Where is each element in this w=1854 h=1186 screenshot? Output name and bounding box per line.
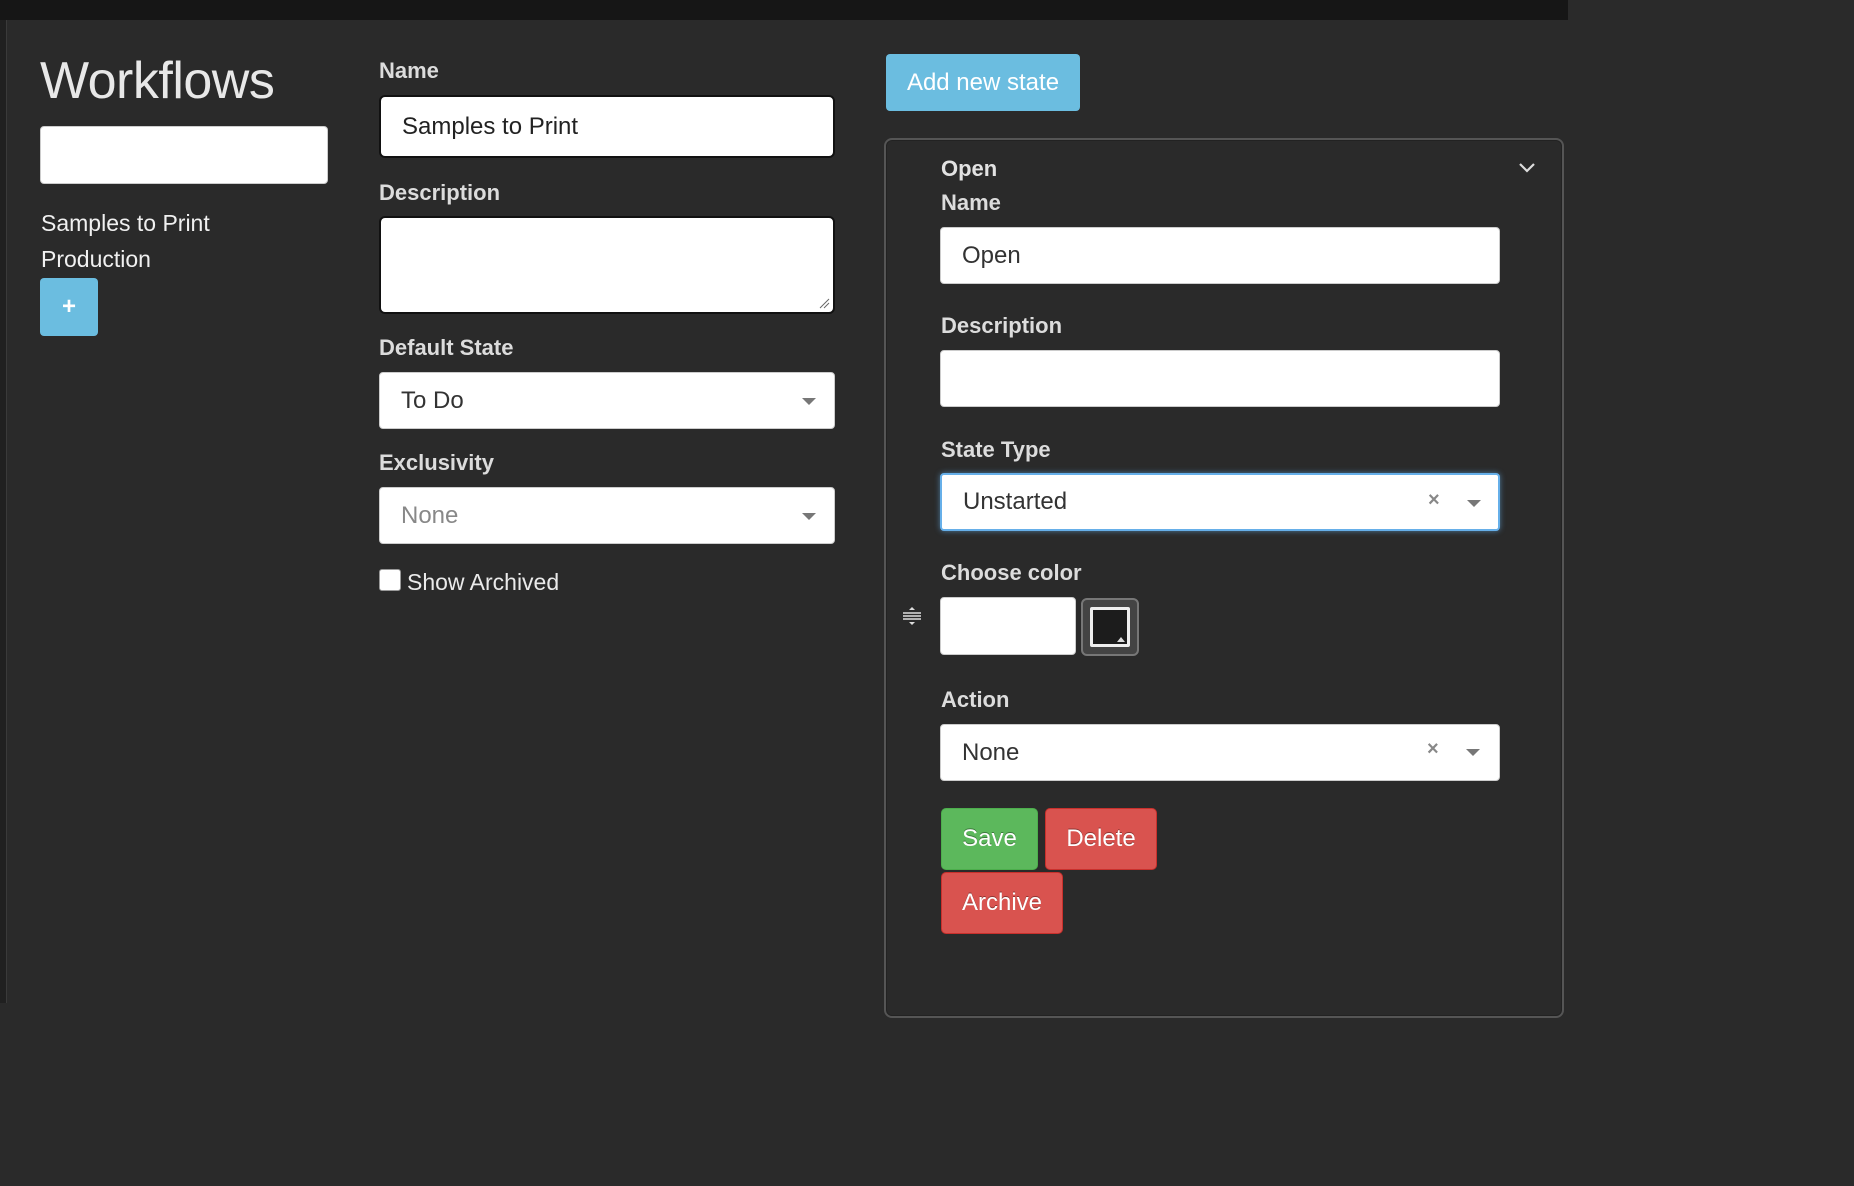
resize-grip-icon[interactable] [818, 297, 830, 309]
color-swatch [1090, 607, 1130, 647]
state-name-input[interactable]: Open [940, 227, 1500, 284]
action-value: None [962, 738, 1020, 766]
caret-down-icon [802, 398, 816, 405]
color-hex-input[interactable] [940, 597, 1076, 655]
add-new-state-button[interactable]: Add new state [886, 54, 1080, 111]
delete-button[interactable]: Delete [1045, 808, 1157, 870]
workflow-item-samples-to-print[interactable]: Samples to Print [41, 208, 210, 238]
state-type-label: State Type [941, 437, 1051, 462]
exclusivity-value: None [401, 501, 459, 529]
show-archived-label[interactable]: Show Archived [407, 569, 559, 596]
default-state-value: To Do [401, 386, 464, 414]
default-state-label: Default State [379, 335, 514, 360]
color-picker-button[interactable] [1081, 598, 1139, 656]
action-label: Action [941, 687, 1010, 712]
exclusivity-select[interactable]: None [379, 487, 835, 544]
workflow-name-value: Samples to Print [402, 112, 579, 140]
state-header: Open [941, 156, 998, 181]
caret-down-icon [1466, 749, 1480, 756]
state-type-select[interactable]: Unstarted × [940, 473, 1500, 531]
state-description-label: Description [941, 313, 1063, 338]
left-edge [0, 20, 7, 1003]
page-title: Workflows [40, 52, 275, 110]
show-archived-checkbox[interactable] [379, 569, 401, 591]
chevron-down-icon[interactable] [1518, 158, 1536, 176]
workflow-search-input[interactable] [40, 126, 328, 184]
action-select[interactable]: None × [940, 724, 1500, 781]
caret-down-icon [1467, 500, 1481, 507]
add-workflow-button[interactable]: + [40, 278, 98, 336]
caret-down-icon [802, 513, 816, 520]
workflow-description-label: Description [379, 180, 501, 205]
state-name-value: Open [962, 241, 1021, 269]
clear-icon[interactable]: × [1427, 738, 1439, 761]
save-button[interactable]: Save [941, 808, 1038, 870]
workflow-item-production[interactable]: Production [41, 244, 151, 274]
state-name-label: Name [941, 190, 1001, 215]
workflow-name-input[interactable]: Samples to Print [379, 95, 835, 158]
state-description-input[interactable] [940, 350, 1500, 407]
state-type-value: Unstarted [963, 488, 1068, 515]
default-state-select[interactable]: To Do [379, 372, 835, 429]
workflow-description-textarea[interactable] [379, 216, 835, 314]
top-bar [0, 0, 1568, 20]
caret-up-icon [1117, 637, 1125, 642]
clear-icon[interactable]: × [1428, 489, 1440, 512]
exclusivity-label: Exclusivity [379, 450, 494, 475]
workflow-name-label: Name [379, 58, 439, 83]
drag-handle-icon[interactable] [901, 605, 923, 627]
archive-button[interactable]: Archive [941, 872, 1063, 934]
choose-color-label: Choose color [941, 560, 1082, 585]
